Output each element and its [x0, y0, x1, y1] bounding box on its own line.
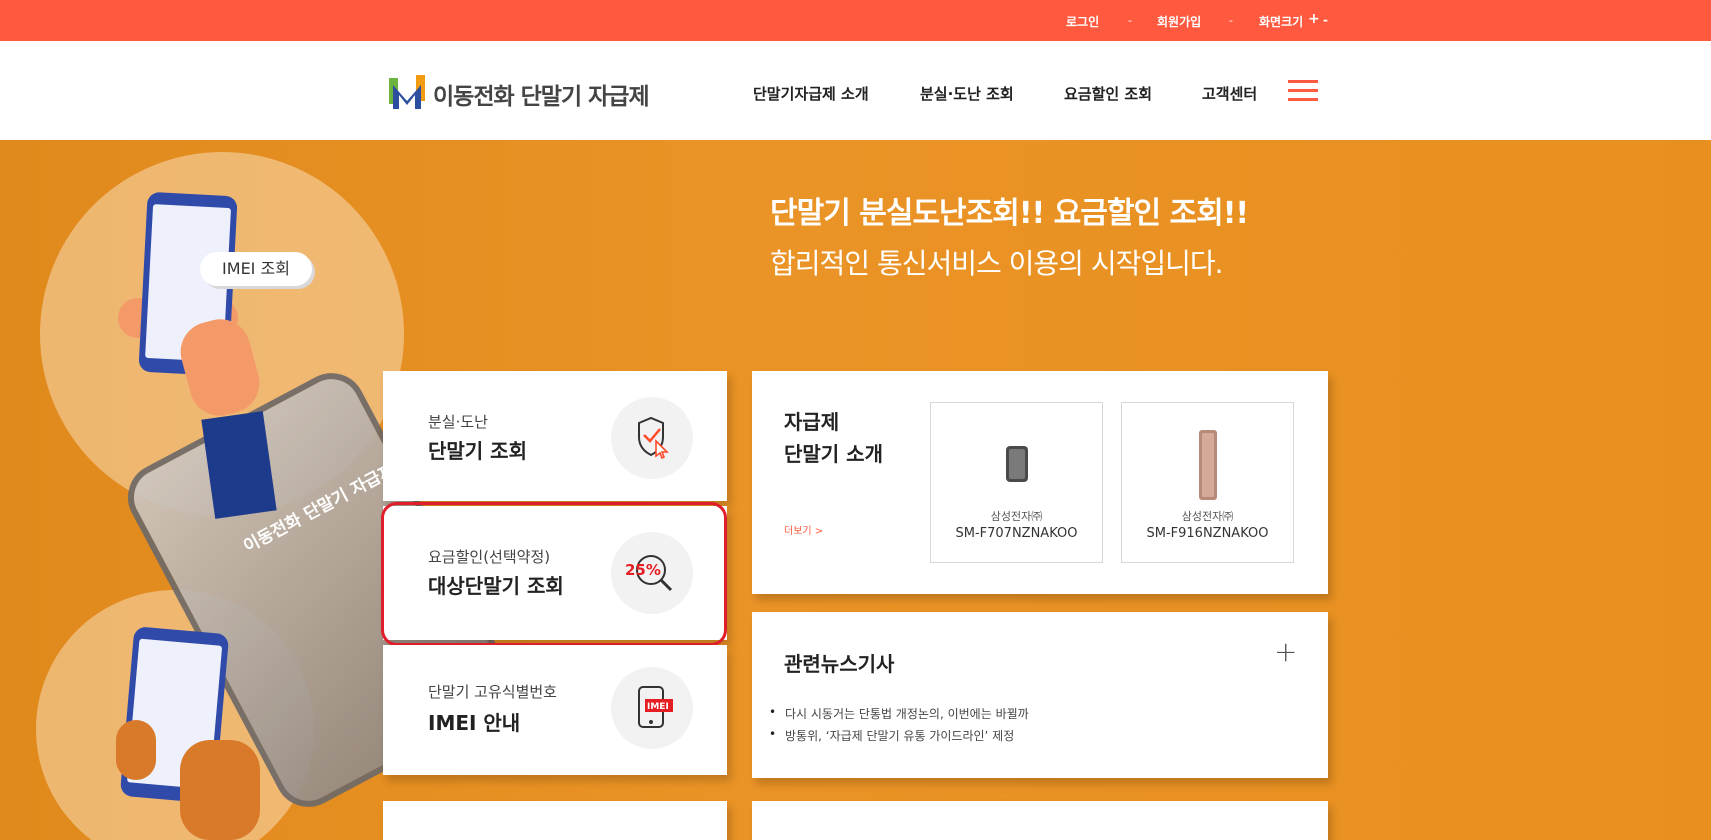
device-image — [1199, 430, 1217, 500]
news-item[interactable]: 다시 시동거는 단통법 개정논의, 이번에는 바뀔까 — [769, 705, 1029, 722]
shield-check-cursor-icon — [638, 416, 669, 460]
login-link[interactable]: 로그인 — [1066, 13, 1099, 30]
news-title: 관련뉴스기사 — [784, 652, 895, 676]
device-image — [1006, 446, 1028, 482]
icon-circle — [611, 397, 693, 479]
hero-title: 단말기 분실도난조회!! 요금할인 조회!! — [770, 196, 1249, 231]
nav-item-intro[interactable]: 단말기자급제 소개 — [753, 83, 869, 104]
separator: - — [1128, 14, 1132, 27]
news-item[interactable]: 방통위, ‘자급제 단말기 유통 가이드라인’ 제정 — [769, 727, 1014, 744]
device-model: SM-F707NZNAKOO — [955, 526, 1078, 541]
card-title: 단말기 조회 — [428, 439, 527, 463]
separator: - — [1229, 14, 1233, 27]
font-size-decrease-button[interactable]: - — [1323, 13, 1328, 27]
hand-illustration — [116, 720, 156, 780]
hero-subtitle: 합리적인 통신서비스 이용의 시작입니다. — [770, 247, 1224, 280]
site-logo-text[interactable]: 이동전화 단말기 자급제 — [433, 77, 650, 111]
join-link[interactable]: 회원가입 — [1157, 13, 1201, 30]
icon-circle: IMEI — [611, 667, 693, 749]
device-maker: 삼성전자㈜ — [1181, 510, 1234, 523]
imei-badge: IMEI — [647, 702, 669, 712]
news-card — [752, 612, 1328, 778]
devices-title-line1: 자급제 — [784, 410, 840, 434]
device-maker: 삼성전자㈜ — [990, 510, 1043, 523]
devices-title-line2: 단말기 소개 — [784, 442, 883, 466]
nav-item-lost-stolen[interactable]: 분실·도난 조회 — [920, 83, 1014, 104]
phone-imei-icon: IMEI — [638, 686, 673, 728]
hand-illustration — [180, 740, 260, 840]
device-item[interactable]: 삼성전자㈜ SM-F707NZNAKOO — [930, 402, 1103, 563]
expand-news-button[interactable]: + — [1274, 638, 1297, 666]
imei-bubble: IMEI 조회 — [200, 252, 312, 286]
nav-item-discount[interactable]: 요금할인 조회 — [1064, 83, 1152, 104]
card-subtitle: 분실·도난 — [428, 413, 488, 431]
utility-bar: 로그인 - 회원가입 - 화면크기 + - — [0, 0, 1711, 41]
card-subtitle: 단말기 고유식별번호 — [428, 683, 557, 701]
font-size-label: 화면크기 — [1259, 15, 1304, 29]
quick-card-more[interactable] — [383, 801, 727, 840]
nav-item-customer-center[interactable]: 고객센터 — [1202, 83, 1257, 104]
quick-card-lost-stolen[interactable]: 분실·도난 단말기 조회 — [383, 371, 727, 501]
card-title: IMEI 안내 — [428, 711, 521, 735]
device-model: SM-F916NZNAKOO — [1146, 526, 1269, 541]
logo-icon[interactable] — [389, 75, 425, 111]
menu-icon[interactable] — [1288, 80, 1318, 102]
device-item[interactable]: 삼성전자㈜ SM-F916NZNAKOO — [1121, 402, 1294, 563]
bottom-card — [752, 801, 1328, 840]
selection-highlight — [381, 502, 727, 646]
font-size-increase-button[interactable]: + — [1308, 11, 1320, 27]
devices-more-link[interactable]: 더보기 > — [784, 522, 823, 537]
quick-card-imei[interactable]: 단말기 고유식별번호 IMEI 안내 IMEI — [383, 645, 727, 775]
